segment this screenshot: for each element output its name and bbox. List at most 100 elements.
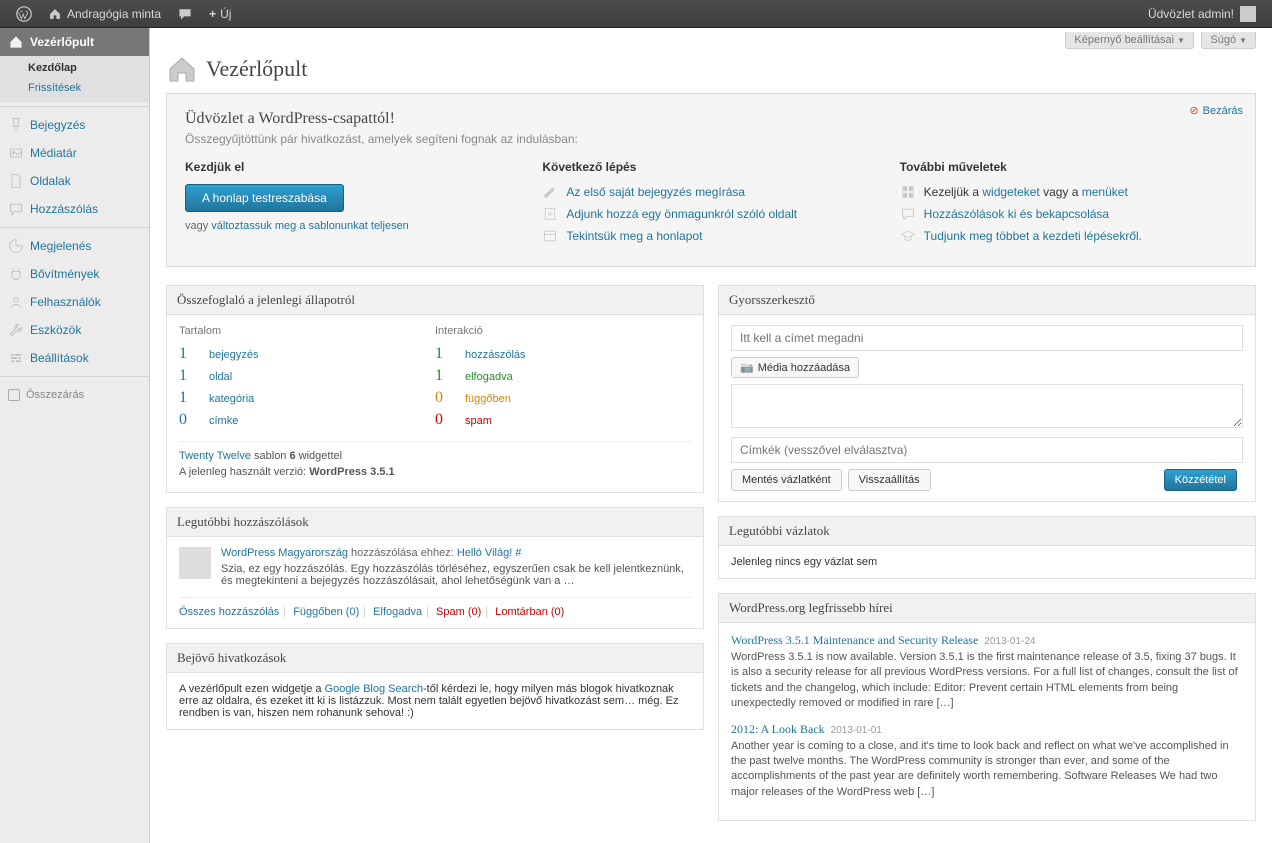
customize-button[interactable]: A honlap testreszabása — [185, 184, 344, 212]
menu-plugins-label: Bővítmények — [30, 267, 99, 281]
learn-more-icon — [900, 228, 916, 244]
news-title-link[interactable]: 2012: A Look Back — [731, 722, 825, 736]
reset-button[interactable]: Visszaállítás — [848, 469, 931, 491]
qp-content-textarea[interactable] — [731, 384, 1243, 428]
publish-button[interactable]: Közzététel — [1164, 469, 1237, 491]
approved-comments-link[interactable]: Elfogadva — [373, 606, 422, 618]
tools-icon — [8, 322, 24, 338]
wp-version: WordPress 3.5.1 — [309, 466, 394, 478]
welcome-col3-title: További műveletek — [900, 160, 1237, 174]
rightnow-row: 0függőben — [435, 389, 691, 407]
comments-link[interactable] — [169, 0, 201, 28]
rightnow-link[interactable]: hozzászólás — [465, 349, 526, 361]
qp-title-input[interactable] — [731, 325, 1243, 351]
welcome-or-prefix: vagy — [185, 220, 211, 232]
comment-author-link[interactable]: WordPress Magyarország — [221, 547, 348, 559]
welcome-close[interactable]: ⊘Bezárás — [1189, 104, 1243, 117]
new-label: Új — [220, 7, 231, 21]
menu-media-label: Médiatár — [30, 146, 77, 160]
admin-toolbar: Andragógia minta + Új Üdvözlet admin! — [0, 0, 1272, 28]
menus-link[interactable]: menüket — [1082, 185, 1128, 199]
menu-tools-label: Eszközök — [30, 323, 81, 337]
dashboard-icon — [8, 34, 24, 50]
rightnow-link[interactable]: spam — [465, 415, 492, 427]
add-about-page-link[interactable]: Adjunk hozzá egy önmagunkról szóló oldal… — [566, 207, 797, 221]
menu-comments[interactable]: Hozzászólás — [0, 195, 149, 223]
write-icon — [542, 184, 558, 200]
chevron-down-icon: ▼ — [1239, 36, 1247, 45]
right-now-title[interactable]: Összefoglaló a jelenlegi állapotról — [167, 286, 703, 315]
submenu-home[interactable]: Kezdőlap — [0, 58, 149, 78]
change-theme-link[interactable]: változtassuk meg a sablonunkat teljesen — [211, 220, 409, 232]
menu-settings[interactable]: Beállítások — [0, 344, 149, 372]
rightnow-link[interactable]: oldal — [209, 371, 232, 383]
wp-news-title[interactable]: WordPress.org legfrissebb hírei — [719, 594, 1255, 623]
news-date: 2013-01-24 — [984, 636, 1035, 647]
pending-comments-link[interactable]: Függőben (0) — [293, 606, 359, 618]
media-icon — [8, 145, 24, 161]
site-name-link[interactable]: Andragógia minta — [40, 0, 169, 28]
rightnow-row: 0címke — [179, 411, 435, 429]
quickpress-title[interactable]: Gyorsszerkesztő — [719, 286, 1255, 315]
theme-link[interactable]: Twenty Twelve — [179, 450, 251, 462]
trash-comments-link[interactable]: Lomtárban (0) — [495, 606, 564, 618]
news-excerpt: WordPress 3.5.1 is now available. Versio… — [731, 650, 1243, 712]
widgets-icon — [900, 184, 916, 200]
help-tab[interactable]: Súgó▼ — [1201, 32, 1256, 49]
rightnow-link[interactable]: bejegyzés — [209, 349, 259, 361]
menu-tools[interactable]: Eszközök — [0, 316, 149, 344]
comment-icon — [8, 201, 24, 217]
menu-plugins[interactable]: Bővítmények — [0, 260, 149, 288]
spam-comments-link[interactable]: Spam (0) — [436, 606, 481, 618]
learn-more-link[interactable]: Tudjunk meg többet a kezdeti lépésekről. — [924, 229, 1142, 243]
qp-tags-input[interactable] — [731, 437, 1243, 463]
view-site-icon — [542, 228, 558, 244]
recent-drafts-title[interactable]: Legutóbbi vázlatok — [719, 517, 1255, 546]
save-draft-button[interactable]: Mentés vázlatként — [731, 469, 842, 491]
recent-comments-title[interactable]: Legutóbbi hozzászólások — [167, 508, 703, 537]
view-site-link[interactable]: Tekintsük meg a honlapot — [566, 229, 702, 243]
welcome-col2-title: Következő lépés — [542, 160, 879, 174]
news-date: 2013-01-01 — [831, 725, 882, 736]
close-icon: ⊘ — [1189, 105, 1198, 117]
menu-dashboard[interactable]: Vezérlőpult — [0, 28, 149, 56]
rightnow-row: 1oldal — [179, 367, 435, 385]
toggle-comments-link[interactable]: Hozzászólások ki és bekapcsolása — [924, 207, 1109, 221]
comment-icon — [177, 6, 193, 22]
my-account[interactable]: Üdvözlet admin! — [1140, 0, 1264, 28]
incoming-links-title[interactable]: Bejövő hivatkozások — [167, 644, 703, 673]
rightnow-link[interactable]: elfogadva — [465, 371, 513, 383]
recent-drafts-box: Legutóbbi vázlatok Jelenleg nincs egy vá… — [718, 516, 1256, 579]
welcome-col-next: Következő lépés Az első saját bejegyzés … — [542, 160, 879, 250]
welcome-col-more: További műveletek Kezeljük a widgeteket … — [900, 160, 1237, 250]
menu-appearance[interactable]: Megjelenés — [0, 232, 149, 260]
comment-excerpt: Szia, ez egy hozzászólás. Egy hozzászólá… — [221, 563, 691, 587]
rightnow-link[interactable]: függőben — [465, 393, 511, 405]
news-title-link[interactable]: WordPress 3.5.1 Maintenance and Security… — [731, 633, 978, 647]
menu-pages[interactable]: Oldalak — [0, 167, 149, 195]
submenu-updates[interactable]: Frissítések — [0, 78, 149, 98]
new-content-link[interactable]: + Új — [201, 0, 239, 28]
comment-post-link[interactable]: Helló Világ! # — [457, 547, 522, 559]
menu-media[interactable]: Médiatár — [0, 139, 149, 167]
write-first-post-link[interactable]: Az első saját bejegyzés megírása — [566, 185, 745, 199]
news-excerpt: Another year is coming to a close, and i… — [731, 739, 1243, 801]
camera-icon: 📷 — [740, 362, 754, 374]
rightnow-link[interactable]: címke — [209, 415, 238, 427]
add-page-icon — [542, 206, 558, 222]
collapse-menu[interactable]: Összezárás — [0, 381, 149, 409]
site-name: Andragógia minta — [67, 7, 161, 21]
recent-comments-box: Legutóbbi hozzászólások WordPress Magyar… — [166, 507, 704, 629]
menu-users-label: Felhasználók — [30, 295, 101, 309]
menu-users[interactable]: Felhasználók — [0, 288, 149, 316]
widgets-link[interactable]: widgeteket — [982, 185, 1039, 199]
menu-appearance-label: Megjelenés — [30, 239, 91, 253]
rightnow-link[interactable]: kategória — [209, 393, 254, 405]
google-blog-search-link[interactable]: Google Blog Search — [325, 683, 423, 695]
add-media-button[interactable]: 📷Média hozzáadása — [731, 357, 859, 378]
wp-logo[interactable] — [8, 0, 40, 28]
comments-toggle-icon — [900, 206, 916, 222]
all-comments-link[interactable]: Összes hozzászólás — [179, 606, 279, 618]
screen-options-tab[interactable]: Képernyő beállításai▼ — [1065, 32, 1194, 49]
menu-posts[interactable]: Bejegyzés — [0, 111, 149, 139]
